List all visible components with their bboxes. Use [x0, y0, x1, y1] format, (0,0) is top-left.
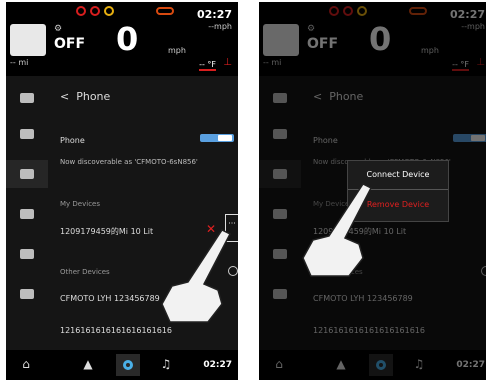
sidebar-item-sound[interactable] — [6, 200, 48, 228]
toggle-knob — [218, 135, 232, 141]
home-icon[interactable]: ⌂ — [273, 358, 285, 370]
other-devices-heading: Other Devices — [60, 268, 110, 276]
navigation-icon[interactable]: ▲ — [82, 358, 94, 370]
music-icon[interactable]: ♫ — [160, 358, 172, 370]
sidebar-item-screen[interactable] — [6, 240, 48, 268]
home-icon[interactable]: ⌂ — [20, 358, 32, 370]
link-icon — [273, 169, 287, 179]
phone-label: Phone — [313, 136, 338, 145]
dashboard-screen-left: 02:27 -- mi ⚙ OFF 0 mph --mph -- °F ⊥ < … — [6, 2, 238, 380]
display-box — [263, 24, 299, 56]
page-title[interactable]: < Phone — [60, 90, 110, 103]
sidebar-item-display[interactable] — [259, 120, 301, 148]
sliders-icon — [20, 289, 34, 299]
warning-icon — [76, 6, 86, 16]
sidebar-item-settings[interactable] — [259, 280, 301, 308]
speed-unit-top: --mph — [208, 22, 232, 31]
gear-icon: ⚙ — [54, 24, 63, 34]
gear-icon — [376, 360, 386, 370]
other-device-item-1[interactable]: CFMOTO LYH 123456789 — [313, 294, 413, 303]
clock: 02:27 — [196, 8, 232, 21]
engine-icon — [104, 6, 114, 16]
music-icon[interactable]: ♫ — [413, 358, 425, 370]
phone-toggle[interactable] — [453, 134, 486, 142]
page-title[interactable]: < Phone — [313, 90, 363, 103]
power-icon — [90, 6, 100, 16]
hand-pointer-icon — [302, 183, 373, 277]
oil-icon — [156, 7, 174, 15]
temperature: -- °F — [199, 60, 216, 71]
hand-pointer-icon — [161, 229, 232, 323]
back-icon[interactable]: < — [60, 90, 69, 103]
sidebar-item-screen[interactable] — [259, 240, 301, 268]
monitor-icon — [273, 249, 287, 259]
speed-unit: mph — [168, 46, 186, 55]
bottom-bar: ⌂ ▲ ♫ 02:27 — [259, 350, 486, 380]
display-icon — [20, 129, 34, 139]
sliders-icon — [273, 289, 287, 299]
power-icon — [343, 6, 353, 16]
other-device-item-1[interactable]: CFMOTO LYH 123456789 — [60, 294, 160, 303]
page-title-text: Phone — [76, 90, 111, 103]
clock: 02:27 — [449, 8, 485, 21]
warning-icon — [329, 6, 339, 16]
phone-toggle[interactable] — [200, 134, 234, 142]
speaker-icon — [273, 209, 287, 219]
phone-label: Phone — [60, 136, 85, 145]
display-box — [10, 24, 46, 56]
navigation-icon[interactable]: ▲ — [335, 358, 347, 370]
bottom-bar: ⌂ ▲ ♫ 02:27 — [6, 350, 238, 380]
toggle-knob — [471, 135, 485, 141]
bottom-clock: 02:27 — [203, 360, 232, 370]
settings-button[interactable] — [116, 354, 140, 376]
gear-icon — [123, 360, 133, 370]
dashboard-screen-right: 02:27 -- mi ⚙ OFF 0 mph --mph -- °F ⊥ < … — [259, 2, 486, 380]
link-icon — [20, 169, 34, 179]
sidebar-item-vehicle[interactable] — [6, 84, 48, 112]
thermometer-icon: ⊥ — [476, 57, 485, 68]
back-icon[interactable]: < — [313, 90, 322, 103]
sidebar-item-display[interactable] — [6, 120, 48, 148]
warning-icons — [76, 6, 114, 16]
temperature: -- °F — [452, 60, 469, 71]
sidebar-item-settings[interactable] — [6, 280, 48, 308]
speed-readout: 0 — [116, 20, 139, 58]
oil-icon — [409, 7, 427, 15]
speed-readout: 0 — [369, 20, 392, 58]
gear-icon: ⚙ — [307, 24, 316, 34]
sidebar — [259, 76, 301, 346]
gear-indicator: OFF — [54, 36, 86, 52]
refresh-icon[interactable] — [481, 266, 486, 276]
sidebar — [6, 76, 48, 346]
my-device-item[interactable]: 1209179459的Mi 10 Lit — [60, 226, 153, 237]
fuel-range: -- mi — [263, 58, 282, 67]
speed-unit-top: --mph — [461, 22, 485, 31]
fuel-range: -- mi — [10, 58, 29, 67]
speaker-icon — [20, 209, 34, 219]
other-device-item-2[interactable]: 1216161616161616161616 — [60, 326, 172, 335]
monitor-icon — [20, 249, 34, 259]
discoverable-text: Now discoverable as 'CFMOTO-6sN856' — [60, 158, 198, 166]
motorcycle-icon — [273, 93, 287, 103]
sidebar-item-sound[interactable] — [259, 200, 301, 228]
warning-icons — [329, 6, 367, 16]
sidebar-item-connect[interactable] — [259, 160, 301, 188]
my-devices-heading: My Devices — [60, 200, 100, 208]
status-bar: 02:27 -- mi ⚙ OFF 0 mph --mph -- °F ⊥ — [259, 2, 486, 76]
page-title-text: Phone — [329, 90, 364, 103]
bottom-clock: 02:27 — [456, 360, 485, 370]
display-icon — [273, 129, 287, 139]
other-device-item-2[interactable]: 1216161616161616161616 — [313, 326, 425, 335]
motorcycle-icon — [20, 93, 34, 103]
settings-button[interactable] — [369, 354, 393, 376]
sidebar-item-connect[interactable] — [6, 160, 48, 188]
status-bar: 02:27 -- mi ⚙ OFF 0 mph --mph -- °F ⊥ — [6, 2, 238, 76]
sidebar-item-vehicle[interactable] — [259, 84, 301, 112]
engine-icon — [357, 6, 367, 16]
speed-unit: mph — [421, 46, 439, 55]
thermometer-icon: ⊥ — [223, 57, 232, 68]
gear-indicator: OFF — [307, 36, 339, 52]
